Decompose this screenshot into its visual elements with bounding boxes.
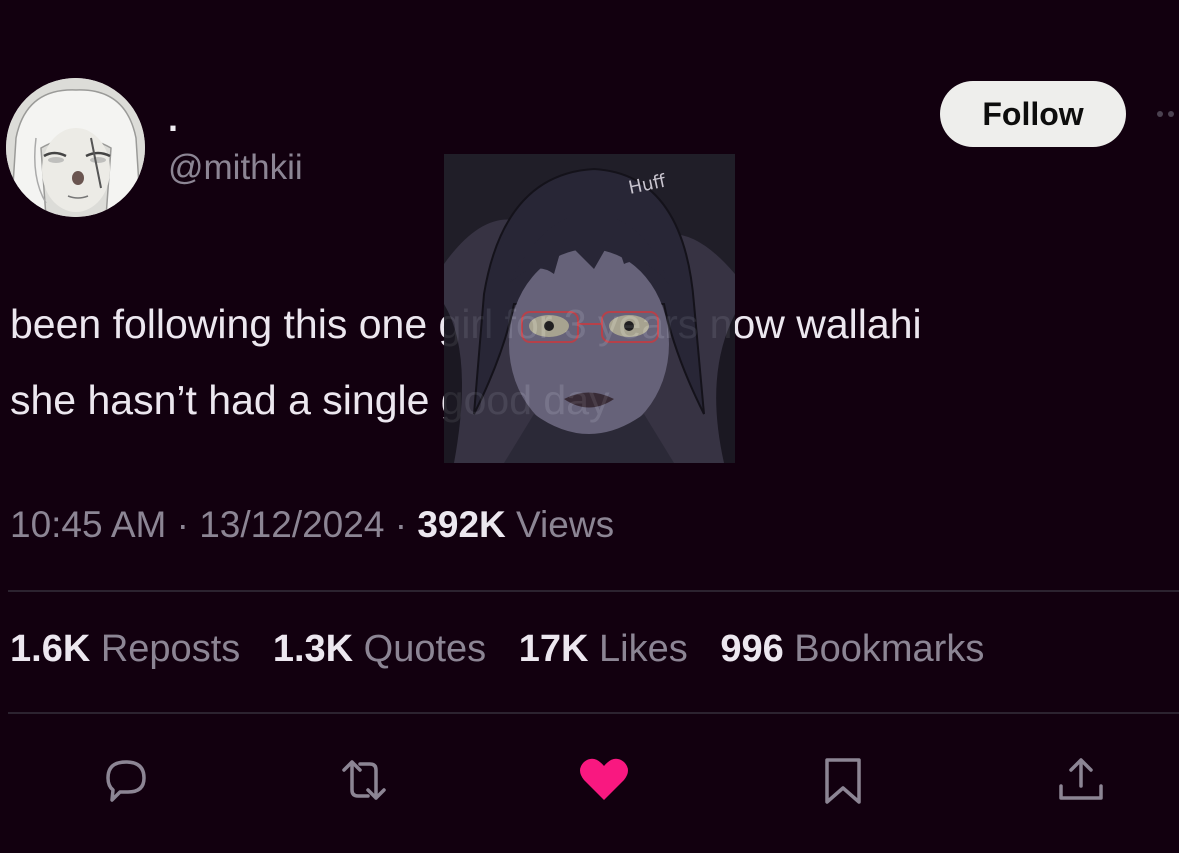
- divider: [8, 712, 1179, 714]
- quotes-count: 1.3K: [272, 628, 354, 670]
- engagement-stats: 1.6K Reposts 1.3K Quotes 17K Likes 996 B…: [10, 628, 1006, 671]
- reposts-count: 1.6K: [10, 628, 91, 670]
- follow-button[interactable]: Follow: [940, 81, 1126, 147]
- likes-stat[interactable]: 17K Likes: [519, 628, 688, 670]
- user-handle[interactable]: @mithkii: [168, 148, 303, 188]
- meta-separator: ·: [166, 504, 200, 545]
- meta-separator: ·: [384, 504, 418, 545]
- tweet-meta: 10:45 AM · 13/12/2024 · 392K Views: [10, 504, 614, 546]
- likes-count: 17K: [518, 628, 589, 670]
- more-icon[interactable]: [1154, 104, 1179, 124]
- bookmarks-count: 996: [720, 628, 784, 670]
- tweet-date: 13/12/2024: [199, 504, 385, 545]
- display-name[interactable]: .: [168, 98, 178, 140]
- share-icon[interactable]: [1053, 752, 1109, 808]
- avatar-image: [6, 78, 145, 217]
- quotes-label: Quotes: [363, 628, 487, 670]
- reposts-stat[interactable]: 1.6K Reposts: [10, 628, 240, 670]
- tweet-time: 10:45 AM: [10, 504, 167, 545]
- bookmark-icon[interactable]: [815, 752, 871, 808]
- divider: [8, 590, 1179, 592]
- overlay-manhwa-image: Huff: [444, 154, 735, 463]
- repost-icon[interactable]: [336, 752, 392, 808]
- heart-icon[interactable]: [576, 752, 632, 808]
- bookmarks-stat[interactable]: 996 Bookmarks: [720, 628, 984, 670]
- bookmarks-label: Bookmarks: [794, 628, 985, 670]
- reply-icon[interactable]: [98, 752, 154, 808]
- views-label: Views: [505, 504, 615, 545]
- reposts-label: Reposts: [100, 628, 241, 670]
- views-count: 392K: [417, 504, 506, 545]
- likes-label: Likes: [599, 628, 688, 670]
- avatar[interactable]: [6, 78, 145, 217]
- quotes-stat[interactable]: 1.3K Quotes: [273, 628, 486, 670]
